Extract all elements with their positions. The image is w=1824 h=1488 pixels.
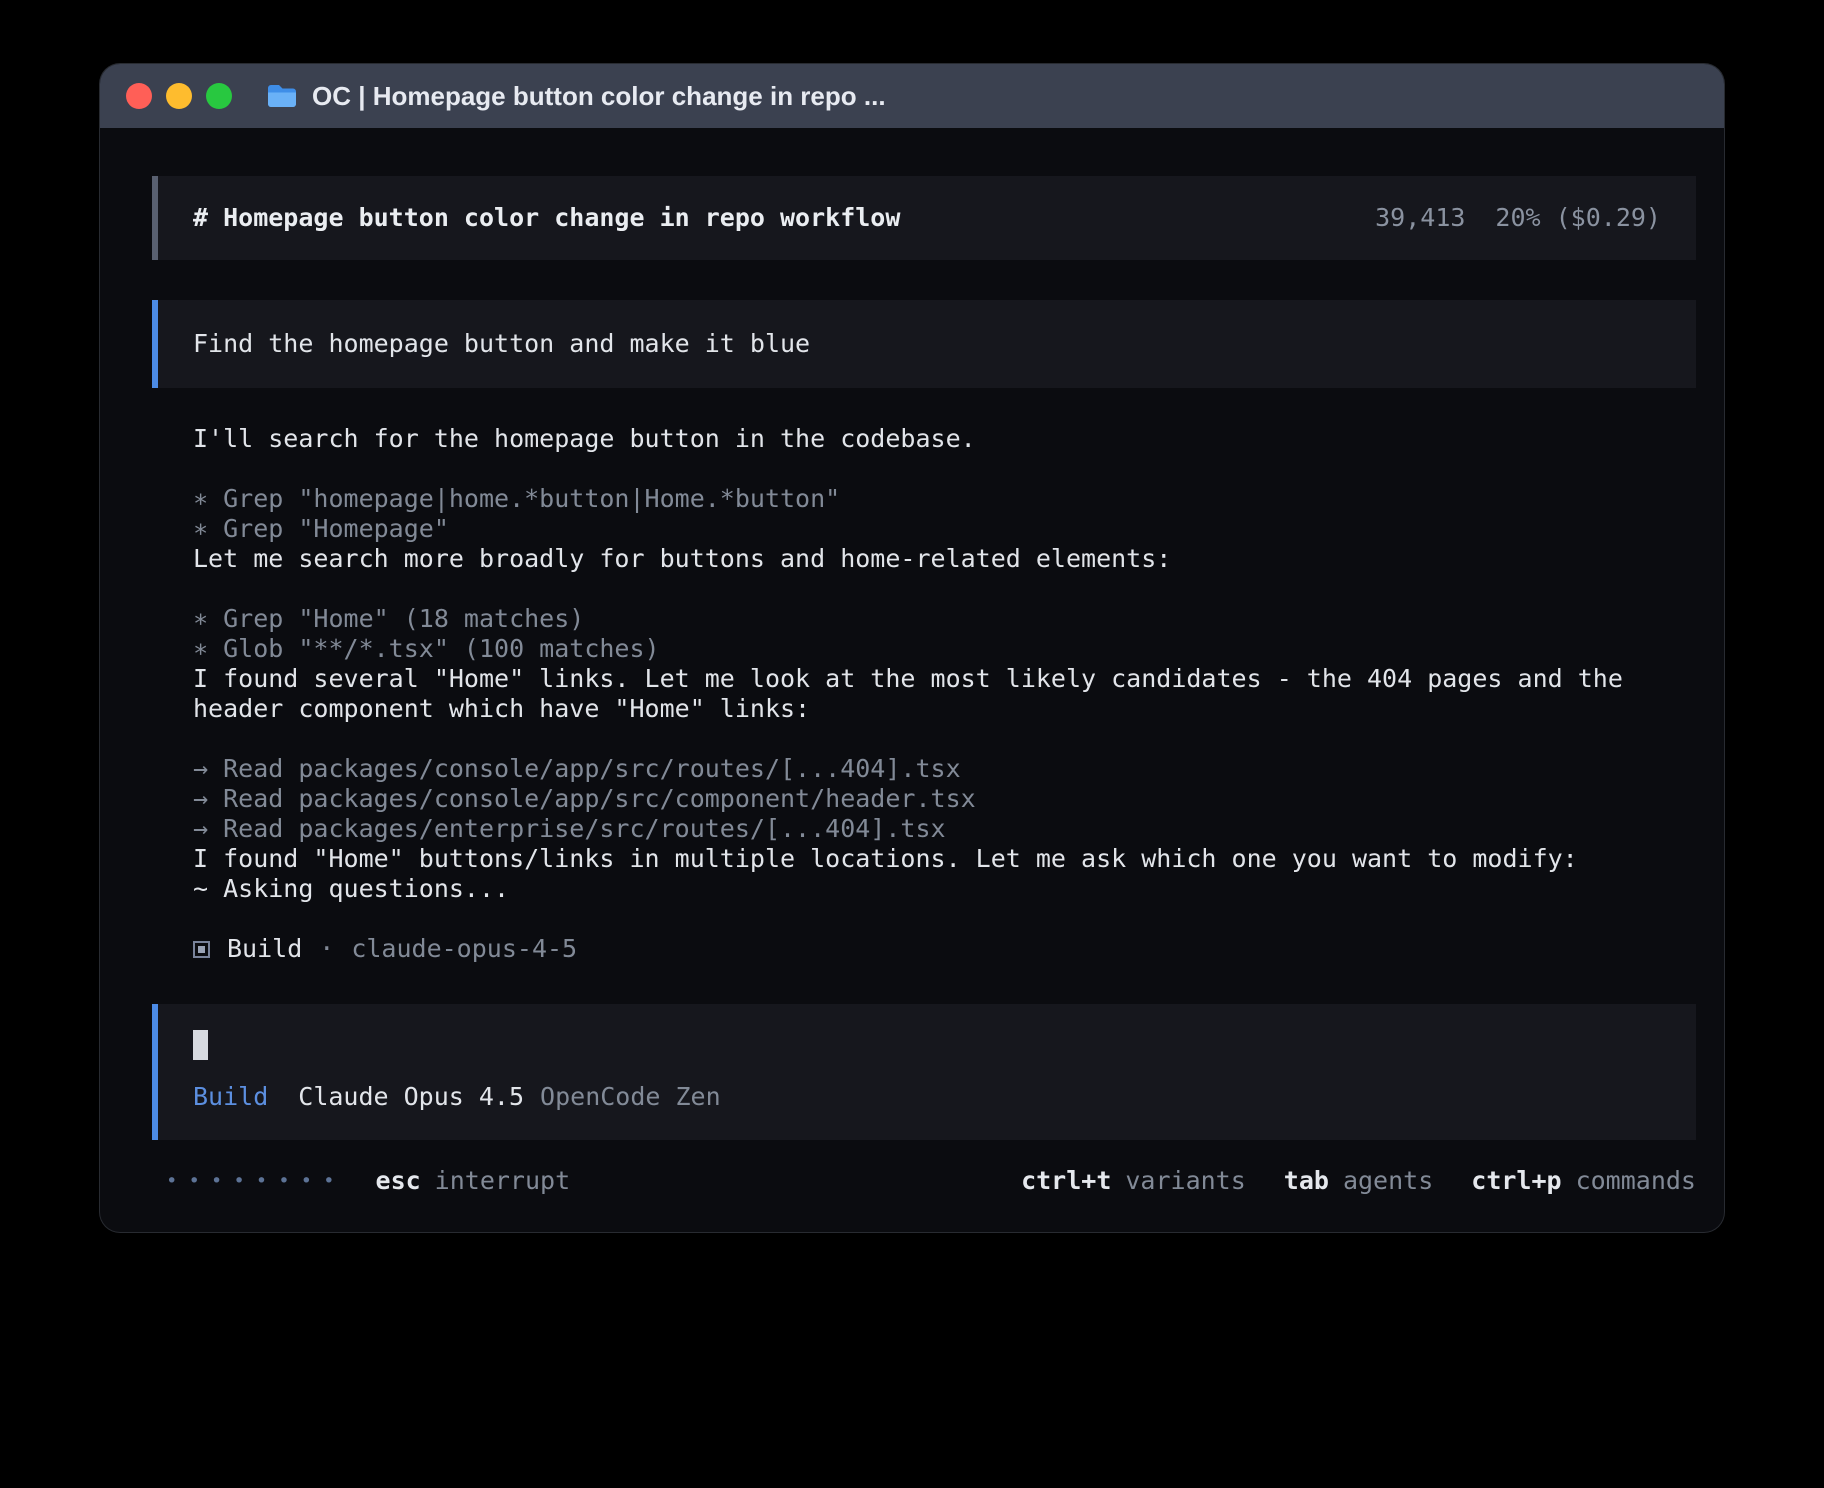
tool-call-group: ∗ Grep "homepage|home.*button|Home.*butt… [193,484,1696,544]
status-right: ctrl+t variants tab agents ctrl+p comman… [1021,1166,1696,1196]
window-title: OC | Homepage button color change in rep… [312,81,886,112]
tool-call-read: → Read packages/console/app/src/componen… [193,784,1696,814]
agent-name: Build [227,934,302,964]
shortcut-commands: ctrl+p commands [1471,1166,1696,1196]
session-header: # Homepage button color change in repo w… [152,176,1696,260]
tool-call-group: ∗ Grep "Home" (18 matches) ∗ Glob "**/*.… [193,604,1696,664]
assistant-status: ~ Asking questions... [193,874,1696,904]
tool-call-glob: ∗ Glob "**/*.tsx" (100 matches) [193,634,1696,664]
folder-icon [266,83,298,109]
minimize-button[interactable] [166,83,192,109]
input-model[interactable]: Claude Opus 4.5 [298,1082,524,1112]
input-provider: OpenCode Zen [540,1082,721,1112]
build-agent-icon [193,941,210,958]
user-message: Find the homepage button and make it blu… [152,300,1696,388]
esc-key: esc [376,1166,421,1196]
input-mode[interactable]: Build [193,1082,268,1112]
assistant-response: I'll search for the homepage button in t… [193,424,1696,964]
titlebar[interactable]: OC | Homepage button color change in rep… [100,64,1724,128]
shortcut-label: variants [1125,1166,1245,1196]
assistant-paragraph: Let me search more broadly for buttons a… [193,544,1696,574]
tool-call-grep: ∗ Grep "Home" (18 matches) [193,604,1696,634]
user-message-text: Find the homepage button and make it blu… [193,329,810,359]
terminal-content: # Homepage button color change in repo w… [100,128,1724,1232]
tool-call-read: → Read packages/console/app/src/routes/[… [193,754,1696,784]
terminal-window: OC | Homepage button color change in rep… [100,64,1724,1232]
close-button[interactable] [126,83,152,109]
shortcut-key: ctrl+t [1021,1166,1111,1196]
context-cost: 20% ($0.29) [1495,203,1661,233]
input-mode-row: Build Claude Opus 4.5 OpenCode Zen [193,1082,1661,1112]
tool-call-grep: ∗ Grep "homepage|home.*button|Home.*butt… [193,484,1696,514]
status-bar: •••••••• esc interrupt ctrl+t variants t… [152,1166,1696,1196]
agent-status-line: Build · claude-opus-4-5 [193,934,1696,964]
token-count: 39,413 [1375,203,1465,233]
tool-call-group: → Read packages/console/app/src/routes/[… [193,754,1696,844]
shortcut-label: commands [1576,1166,1696,1196]
assistant-paragraph: I found several "Home" links. Let me loo… [193,664,1696,724]
shortcut-label: agents [1343,1166,1433,1196]
esc-label: interrupt [435,1166,570,1196]
spinner-dots: •••••••• [166,1166,346,1196]
agent-model: claude-opus-4-5 [351,934,577,964]
traffic-lights [126,83,232,109]
session-title: # Homepage button color change in repo w… [193,203,900,233]
tool-call-read: → Read packages/enterprise/src/routes/[.… [193,814,1696,844]
separator-dot: · [319,934,334,964]
status-left: •••••••• esc interrupt [166,1166,570,1196]
assistant-paragraph: I'll search for the homepage button in t… [193,424,1696,454]
prompt-input[interactable]: Build Claude Opus 4.5 OpenCode Zen [152,1004,1696,1140]
assistant-paragraph: I found "Home" buttons/links in multiple… [193,844,1696,874]
zoom-button[interactable] [206,83,232,109]
text-cursor [193,1030,208,1060]
shortcut-variants: ctrl+t variants [1021,1166,1246,1196]
session-stats: 39,413 20% ($0.29) [1375,203,1661,233]
shortcut-agents: tab agents [1284,1166,1433,1196]
tool-call-grep: ∗ Grep "Homepage" [193,514,1696,544]
shortcut-key: tab [1284,1166,1329,1196]
shortcut-key: ctrl+p [1471,1166,1561,1196]
